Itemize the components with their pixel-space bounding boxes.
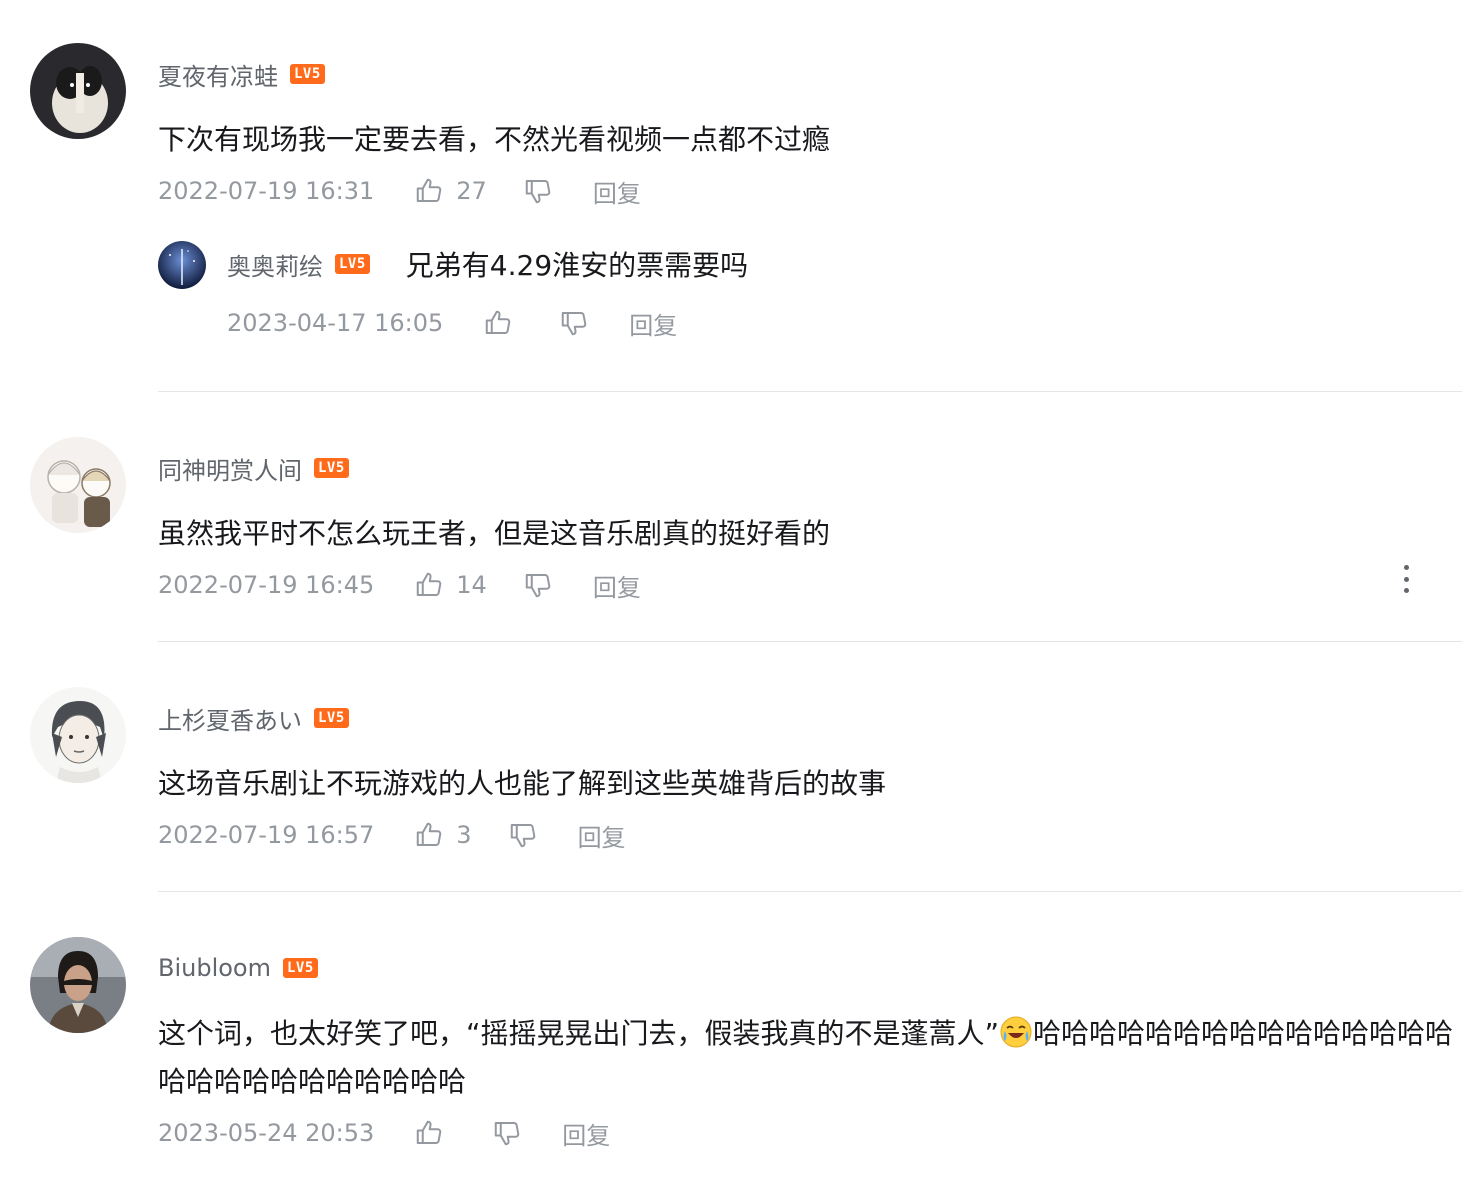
like-button[interactable] [483,308,513,338]
dislike-button[interactable] [523,570,553,600]
comment-text: 这个词，也太好笑了吧，“摇摇晃晃出门去，假装我真的不是蓬蒿人” [158,1017,1000,1050]
thumbs-up-icon [417,178,442,202]
reply-button[interactable]: 回复 [629,306,677,341]
comment-time: 2022-07-19 16:45 [158,571,375,599]
like-button[interactable]: 14 [414,570,487,600]
thumbs-up-icon [417,1120,442,1144]
reply-button[interactable]: 回复 [593,568,641,603]
like-count: 3 [456,821,472,849]
thumbs-up-icon [417,572,442,596]
level-badge: LV5 [314,708,349,728]
dislike-button[interactable] [559,308,589,338]
comment-content: 虽然我平时不怎么玩王者，但是这音乐剧真的挺好看的 [158,517,831,550]
reply-row: 奥奥莉绘 LV5 兄弟有4.29淮安的票需要吗 [227,247,749,282]
thumbs-down-icon [510,824,535,848]
reply-button[interactable]: 回复 [593,174,641,209]
avatar[interactable] [30,437,126,533]
thumbs-up-icon [417,822,442,846]
reply-button[interactable]: 回复 [578,818,626,853]
like-button[interactable]: 27 [414,176,487,206]
avatar[interactable] [30,687,126,783]
comment-time: 2022-07-19 16:31 [158,177,375,205]
username[interactable]: 上杉夏香あい [158,701,302,736]
dislike-button[interactable] [508,820,538,850]
username[interactable]: 奥奥莉绘 [227,247,323,282]
avatar[interactable] [30,937,126,1033]
more-options-icon[interactable] [1404,565,1410,593]
username[interactable]: 同神明赏人间 [158,451,302,486]
comment-content: 下次有现场我一定要去看，不然光看视频一点都不过瘾 [158,123,831,156]
level-badge: LV5 [314,458,349,478]
level-badge: LV5 [335,254,370,274]
reply-content: 兄弟有4.29淮安的票需要吗 [405,249,749,282]
comment-info: 2022-07-19 16:57 3 回复 [158,818,626,852]
reply-info: 2023-04-17 16:05 回复 [227,306,677,340]
comment-time: 2022-07-19 16:57 [158,821,375,849]
comment-content: 这场音乐剧让不玩游戏的人也能了解到这些英雄背后的故事 [158,767,887,800]
laughing-crying-emoji-icon [999,1015,1033,1049]
username[interactable]: 夏夜有凉蛙 [158,57,278,92]
thumbs-down-icon [525,180,551,204]
like-button[interactable] [414,1118,444,1148]
comment-content: 这个词，也太好笑了吧，“摇摇晃晃出门去，假装我真的不是蓬蒿人” 哈哈哈哈哈哈哈哈… [158,1010,1464,1106]
thumbs-down-icon [495,1122,520,1146]
comment-time: 2023-05-24 20:53 [158,1119,375,1147]
comment-info: 2022-07-19 16:45 14 回复 [158,568,641,602]
thumbs-up-icon [486,310,511,334]
comment-info: 2023-05-24 20:53 回复 [158,1116,610,1150]
username-row: Biubloom LV5 [158,951,318,985]
divider [158,641,1462,642]
level-badge: LV5 [290,64,325,84]
avatar[interactable] [30,43,126,139]
reply-time: 2023-04-17 16:05 [227,309,444,337]
thumbs-down-icon [525,574,551,598]
username-row: 同神明赏人间 LV5 [158,451,349,485]
like-count: 14 [456,571,487,599]
dislike-button[interactable] [492,1118,522,1148]
comment-info: 2022-07-19 16:31 27 回复 [158,174,641,208]
dislike-button[interactable] [523,176,553,206]
divider [158,391,1462,392]
thumbs-down-icon [562,312,587,336]
username-row: 夏夜有凉蛙 LV5 [158,57,325,91]
avatar[interactable] [158,241,206,289]
username[interactable]: Biubloom [158,954,271,982]
level-badge: LV5 [283,958,318,978]
like-button[interactable]: 3 [414,820,472,850]
like-count: 27 [456,177,487,205]
reply-button[interactable]: 回复 [562,1116,610,1151]
username-row: 上杉夏香あい LV5 [158,701,349,735]
divider [158,891,1462,892]
